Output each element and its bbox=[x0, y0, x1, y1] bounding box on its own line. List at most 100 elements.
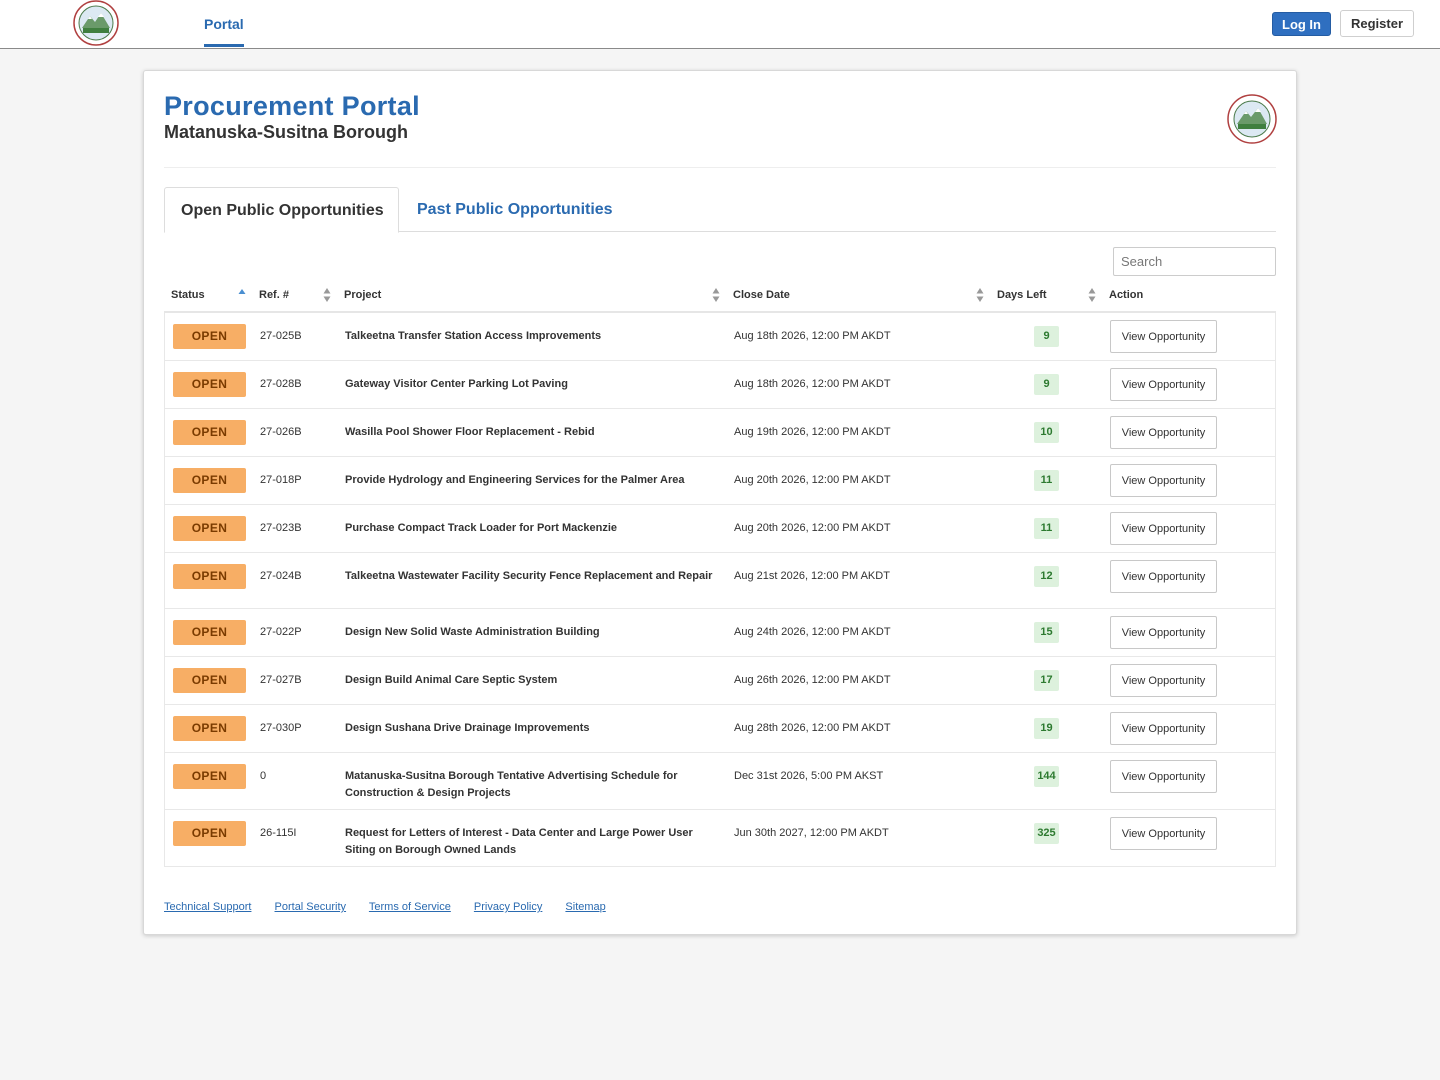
project-name: Design Sushana Drive Drainage Improvemen… bbox=[345, 722, 590, 734]
ref-number: 27-026B bbox=[260, 426, 302, 438]
days-left-badge: 9 bbox=[1034, 326, 1059, 347]
footer-links: Technical Support Portal Security Terms … bbox=[164, 901, 626, 913]
column-header-action: Action bbox=[1109, 289, 1144, 301]
project-name: Provide Hydrology and Engineering Servic… bbox=[345, 474, 685, 486]
ref-number: 27-024B bbox=[260, 570, 302, 582]
table-row: OPEN 26-115I Request for Letters of Inte… bbox=[165, 810, 1275, 866]
sort-asc-icon[interactable] bbox=[238, 287, 246, 303]
status-badge: OPEN bbox=[173, 324, 246, 349]
project-name: Gateway Visitor Center Parking Lot Pavin… bbox=[345, 378, 568, 390]
status-badge: OPEN bbox=[173, 764, 246, 789]
sort-icon[interactable] bbox=[976, 287, 984, 303]
sort-icon[interactable] bbox=[712, 287, 720, 303]
page-title: Procurement Portal bbox=[164, 91, 420, 121]
column-header-status[interactable]: Status bbox=[171, 289, 205, 301]
close-date: Jun 30th 2027, 12:00 PM AKDT bbox=[734, 827, 889, 839]
status-badge: OPEN bbox=[173, 821, 246, 846]
ref-number: 27-025B bbox=[260, 330, 302, 342]
close-date: Aug 20th 2026, 12:00 PM AKDT bbox=[734, 474, 891, 486]
table-row: OPEN 27-026B Wasilla Pool Shower Floor R… bbox=[165, 409, 1275, 457]
status-badge: OPEN bbox=[173, 716, 246, 741]
opportunities-table-body: OPEN 27-025B Talkeetna Transfer Station … bbox=[164, 313, 1276, 867]
sort-icon[interactable] bbox=[323, 287, 331, 303]
status-badge: OPEN bbox=[173, 420, 246, 445]
ref-number: 26-115I bbox=[260, 827, 297, 839]
tab-open-opportunities[interactable]: Open Public Opportunities bbox=[164, 187, 399, 233]
table-row: OPEN 27-024B Talkeetna Wastewater Facili… bbox=[165, 553, 1275, 609]
opportunity-tabs: Open Public Opportunities Past Public Op… bbox=[164, 187, 1276, 233]
status-badge: OPEN bbox=[173, 668, 246, 693]
ref-number: 27-023B bbox=[260, 522, 302, 534]
project-name: Purchase Compact Track Loader for Port M… bbox=[345, 522, 618, 534]
view-opportunity-button[interactable]: View Opportunity bbox=[1110, 560, 1217, 593]
main-card: Procurement Portal Matanuska-Susitna Bor… bbox=[143, 70, 1297, 935]
close-date: Aug 20th 2026, 12:00 PM AKDT bbox=[734, 522, 891, 534]
table-row: OPEN 27-025B Talkeetna Transfer Station … bbox=[165, 313, 1275, 361]
divider bbox=[164, 167, 1276, 168]
days-left-badge: 17 bbox=[1034, 670, 1059, 691]
days-left-badge: 325 bbox=[1034, 823, 1059, 844]
view-opportunity-button[interactable]: View Opportunity bbox=[1110, 712, 1217, 745]
close-date: Aug 18th 2026, 12:00 PM AKDT bbox=[734, 330, 891, 342]
view-opportunity-button[interactable]: View Opportunity bbox=[1110, 368, 1217, 401]
column-header-close-date[interactable]: Close Date bbox=[733, 289, 790, 301]
ref-number: 27-022P bbox=[260, 626, 302, 638]
footer-link-sitemap[interactable]: Sitemap bbox=[565, 901, 605, 913]
project-name: Design Build Animal Care Septic System bbox=[345, 674, 558, 686]
table-row: OPEN 27-030P Design Sushana Drive Draina… bbox=[165, 705, 1275, 753]
ref-number: 0 bbox=[260, 770, 267, 782]
table-header: Status Ref. # Project Close Date Days Le… bbox=[164, 281, 1276, 313]
days-left-badge: 144 bbox=[1034, 766, 1059, 787]
project-name: Request for Letters of Interest - Data C… bbox=[345, 827, 693, 856]
table-row: OPEN 27-028B Gateway Visitor Center Park… bbox=[165, 361, 1275, 409]
close-date: Aug 19th 2026, 12:00 PM AKDT bbox=[734, 426, 891, 438]
login-button[interactable]: Log In bbox=[1272, 12, 1331, 36]
days-left-badge: 9 bbox=[1034, 374, 1059, 395]
view-opportunity-button[interactable]: View Opportunity bbox=[1110, 760, 1217, 793]
days-left-badge: 15 bbox=[1034, 622, 1059, 643]
search-input[interactable] bbox=[1113, 247, 1276, 276]
close-date: Aug 24th 2026, 12:00 PM AKDT bbox=[734, 626, 891, 638]
status-badge: OPEN bbox=[173, 620, 246, 645]
footer-link-terms-of-service[interactable]: Terms of Service bbox=[369, 901, 451, 913]
view-opportunity-button[interactable]: View Opportunity bbox=[1110, 464, 1217, 497]
status-badge: OPEN bbox=[173, 516, 246, 541]
days-left-badge: 11 bbox=[1034, 518, 1059, 539]
register-button[interactable]: Register bbox=[1340, 10, 1414, 37]
view-opportunity-button[interactable]: View Opportunity bbox=[1110, 664, 1217, 697]
table-row: OPEN 0 Matanuska-Susitna Borough Tentati… bbox=[165, 753, 1275, 810]
close-date: Aug 21st 2026, 12:00 PM AKDT bbox=[734, 570, 890, 582]
borough-seal-logo bbox=[1227, 94, 1277, 144]
status-badge: OPEN bbox=[173, 468, 246, 493]
view-opportunity-button[interactable]: View Opportunity bbox=[1110, 512, 1217, 545]
days-left-badge: 10 bbox=[1034, 422, 1059, 443]
table-row: OPEN 27-022P Design New Solid Waste Admi… bbox=[165, 609, 1275, 657]
close-date: Aug 28th 2026, 12:00 PM AKDT bbox=[734, 722, 891, 734]
column-header-days-left[interactable]: Days Left bbox=[997, 289, 1047, 301]
project-name: Matanuska-Susitna Borough Tentative Adve… bbox=[345, 770, 678, 799]
footer-link-portal-security[interactable]: Portal Security bbox=[275, 901, 347, 913]
nav-portal-link[interactable]: Portal bbox=[204, 16, 244, 32]
view-opportunity-button[interactable]: View Opportunity bbox=[1110, 817, 1217, 850]
column-header-project[interactable]: Project bbox=[344, 289, 381, 301]
tab-past-opportunities[interactable]: Past Public Opportunities bbox=[417, 201, 613, 219]
view-opportunity-button[interactable]: View Opportunity bbox=[1110, 616, 1217, 649]
sort-icon[interactable] bbox=[1088, 287, 1096, 303]
footer-link-technical-support[interactable]: Technical Support bbox=[164, 901, 251, 913]
close-date: Aug 18th 2026, 12:00 PM AKDT bbox=[734, 378, 891, 390]
ref-number: 27-018P bbox=[260, 474, 302, 486]
project-name: Wasilla Pool Shower Floor Replacement - … bbox=[345, 426, 595, 438]
borough-seal-logo[interactable] bbox=[71, 0, 121, 47]
page-subtitle: Matanuska-Susitna Borough bbox=[164, 122, 409, 142]
project-name: Design New Solid Waste Administration Bu… bbox=[345, 626, 600, 638]
column-header-ref[interactable]: Ref. # bbox=[259, 289, 289, 301]
view-opportunity-button[interactable]: View Opportunity bbox=[1110, 320, 1217, 353]
footer-link-privacy-policy[interactable]: Privacy Policy bbox=[474, 901, 542, 913]
view-opportunity-button[interactable]: View Opportunity bbox=[1110, 416, 1217, 449]
days-left-badge: 12 bbox=[1034, 566, 1059, 587]
days-left-badge: 11 bbox=[1034, 470, 1059, 491]
close-date: Dec 31st 2026, 5:00 PM AKST bbox=[734, 770, 884, 782]
top-navbar: Portal Log In Register bbox=[0, 0, 1440, 49]
nav-active-indicator bbox=[204, 44, 244, 47]
table-row: OPEN 27-027B Design Build Animal Care Se… bbox=[165, 657, 1275, 705]
